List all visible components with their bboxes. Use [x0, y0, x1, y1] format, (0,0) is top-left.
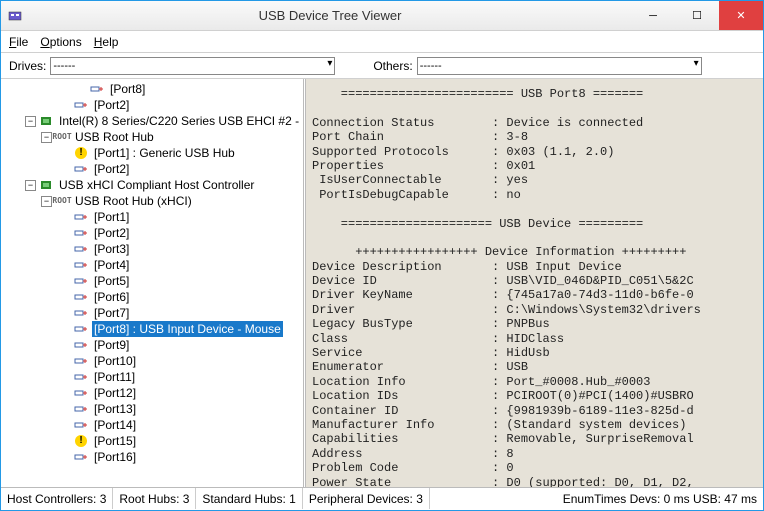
tree-port-selected[interactable]: [Port8] : USB Input Device - Mouse: [1, 321, 303, 337]
collapse-icon[interactable]: −: [41, 196, 52, 207]
tree-port[interactable]: [Port2]: [1, 225, 303, 241]
maximize-button[interactable]: ☐: [675, 1, 719, 30]
tree-pane[interactable]: [Port8] [Port2] −Intel(R) 8 Series/C220 …: [1, 79, 306, 487]
usb-icon: [73, 338, 89, 352]
status-host-controllers: Host Controllers: 3: [1, 488, 113, 509]
tree-port[interactable]: [Port9]: [1, 337, 303, 353]
usb-icon: [73, 258, 89, 272]
usb-icon: [73, 210, 89, 224]
detail-pane[interactable]: ======================== USB Port8 =====…: [306, 79, 763, 487]
tree-port[interactable]: [Port15]: [1, 433, 303, 449]
tree-port[interactable]: [Port16]: [1, 449, 303, 465]
usb-icon: [73, 306, 89, 320]
usb-icon: [73, 370, 89, 384]
tree-roothub[interactable]: −ROOTUSB Root Hub (xHCI): [1, 193, 303, 209]
usb-icon: [89, 82, 105, 96]
tree-port[interactable]: [Port7]: [1, 305, 303, 321]
usb-icon: [73, 450, 89, 464]
tree-port[interactable]: [Port2]: [1, 161, 303, 177]
warning-icon: [73, 146, 89, 160]
collapse-icon[interactable]: −: [25, 116, 36, 127]
usb-icon: [73, 162, 89, 176]
tree-port[interactable]: [Port10]: [1, 353, 303, 369]
tree-port[interactable]: [Port8]: [1, 81, 303, 97]
drives-label: Drives:: [9, 59, 46, 73]
minimize-button[interactable]: ─: [631, 1, 675, 30]
usb-icon: [73, 402, 89, 416]
tree-roothub[interactable]: −ROOTUSB Root Hub: [1, 129, 303, 145]
close-button[interactable]: ✕: [719, 1, 763, 30]
usb-icon: [73, 290, 89, 304]
roothub-icon: ROOT: [54, 130, 70, 144]
tree-port[interactable]: [Port3]: [1, 241, 303, 257]
usb-icon: [73, 226, 89, 240]
warning-icon: [73, 434, 89, 448]
others-select[interactable]: [417, 57, 702, 75]
roothub-icon: ROOT: [54, 194, 70, 208]
tree-port[interactable]: [Port5]: [1, 273, 303, 289]
menu-help[interactable]: Help: [94, 35, 119, 49]
drives-select[interactable]: [50, 57, 335, 75]
chip-icon: [38, 114, 54, 128]
usb-icon: [73, 386, 89, 400]
usb-icon: [73, 418, 89, 432]
tree-port[interactable]: [Port4]: [1, 257, 303, 273]
tree-port[interactable]: [Port14]: [1, 417, 303, 433]
usb-icon: [73, 322, 89, 336]
others-label: Others:: [373, 59, 412, 73]
status-peripheral-devices: Peripheral Devices: 3: [303, 488, 430, 509]
usb-icon: [73, 354, 89, 368]
window-title: USB Device Tree Viewer: [29, 8, 631, 23]
tree-controller[interactable]: −USB xHCI Compliant Host Controller: [1, 177, 303, 193]
menu-options[interactable]: Options: [40, 35, 81, 49]
collapse-icon[interactable]: −: [41, 132, 52, 143]
chip-icon: [38, 178, 54, 192]
status-enum-times: EnumTimes Devs: 0 ms USB: 47 ms: [557, 488, 763, 509]
collapse-icon[interactable]: −: [25, 180, 36, 191]
tree-controller[interactable]: −Intel(R) 8 Series/C220 Series USB EHCI …: [1, 113, 303, 129]
status-root-hubs: Root Hubs: 3: [113, 488, 196, 509]
tree-port[interactable]: [Port11]: [1, 369, 303, 385]
menu-file[interactable]: File: [9, 35, 28, 49]
tree-port[interactable]: [Port6]: [1, 289, 303, 305]
status-standard-hubs: Standard Hubs: 1: [196, 488, 302, 509]
usb-icon: [73, 242, 89, 256]
tree-port[interactable]: [Port1]: [1, 209, 303, 225]
usb-icon: [73, 98, 89, 112]
tree-port[interactable]: [Port13]: [1, 401, 303, 417]
tree-port[interactable]: [Port12]: [1, 385, 303, 401]
tree-port[interactable]: [Port2]: [1, 97, 303, 113]
usb-icon: [73, 274, 89, 288]
app-icon: [7, 8, 23, 24]
tree-port[interactable]: [Port1] : Generic USB Hub: [1, 145, 303, 161]
